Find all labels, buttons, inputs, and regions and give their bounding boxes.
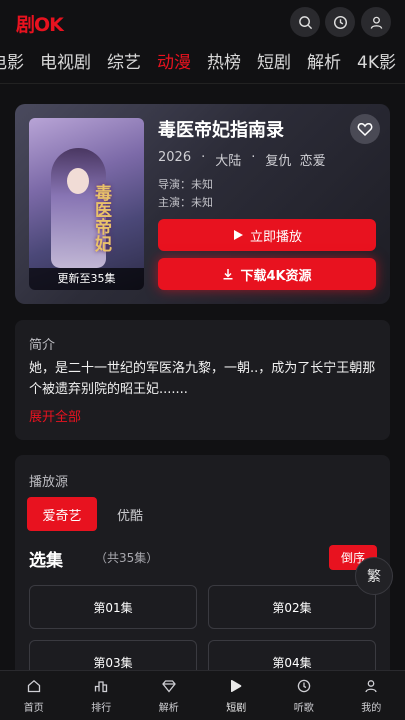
nav-item-mine[interactable]: 我的	[338, 671, 405, 720]
nav-label: 听歌	[293, 703, 314, 714]
play-icon	[233, 230, 243, 240]
show-year: 2026	[158, 150, 192, 165]
nav-label: 解析	[158, 703, 179, 714]
app-logo[interactable]: 剧OK	[16, 10, 64, 37]
download-icon	[223, 269, 233, 280]
source-tab-iqiyi[interactable]: 爱奇艺	[27, 497, 97, 531]
play-icon	[231, 679, 242, 693]
source-card: 播放源 爱奇艺 优酷 选集 （共35集） 倒序 第01集 第02集 第03集 第…	[15, 455, 390, 695]
meta-separator: ·	[251, 150, 256, 165]
category-tab[interactable]: 综艺	[107, 50, 141, 76]
play-now-button[interactable]: 立即播放	[158, 219, 376, 251]
show-poster[interactable]: 毒医帝妃 更新至35集	[29, 118, 144, 290]
favorite-button[interactable]	[350, 114, 380, 144]
poster-artwork-face	[67, 168, 89, 194]
intro-heading: 简介	[29, 338, 56, 353]
nav-item-parse[interactable]: 解析	[135, 671, 203, 720]
episode-button[interactable]: 第01集	[29, 585, 197, 629]
category-tab[interactable]: 热榜	[207, 50, 241, 76]
category-tab[interactable]: 电影	[0, 50, 24, 76]
nav-label: 我的	[361, 703, 382, 714]
episode-button[interactable]: 第02集	[208, 585, 376, 629]
show-region: 大陆	[215, 154, 242, 169]
history-button[interactable]	[325, 7, 355, 37]
nav-item-home[interactable]: 首页	[0, 671, 68, 720]
category-tab[interactable]: 动漫	[157, 50, 191, 76]
clock-icon	[333, 15, 347, 29]
nav-item-ranking[interactable]: 排行	[68, 671, 136, 720]
bottom-nav: 首页 排行 解析 短剧 听歌 我的	[0, 670, 405, 720]
home-icon	[27, 679, 40, 693]
profile-button[interactable]	[361, 7, 391, 37]
nav-item-music[interactable]: 听歌	[270, 671, 338, 720]
search-button[interactable]	[290, 7, 320, 37]
episodes-count: （共35集）	[95, 551, 159, 565]
search-icon	[298, 15, 312, 29]
expand-all-link[interactable]: 展开全部	[29, 406, 81, 425]
poster-episode-status: 更新至35集	[29, 268, 144, 290]
meta-separator: ·	[201, 150, 206, 165]
poster-title: 毒医帝妃	[91, 184, 111, 252]
top-header: 剧OK	[0, 0, 405, 44]
play-now-label: 立即播放	[249, 229, 302, 245]
show-genres: 复仇 恋爱	[265, 154, 326, 169]
category-tab[interactable]: 4K影	[357, 50, 396, 76]
show-cast: 主演：未知	[158, 196, 213, 209]
traditional-chinese-toggle[interactable]: 繁	[355, 557, 393, 595]
ranking-icon	[95, 681, 108, 693]
category-tabs: 电影电视剧综艺动漫热榜短剧解析 4K影	[0, 44, 405, 84]
source-heading: 播放源	[29, 475, 69, 490]
source-tab-youku[interactable]: 优酷	[107, 497, 153, 531]
user-icon	[365, 680, 377, 693]
music-icon	[297, 679, 310, 693]
show-meta: 2026 · 大陆 · 复仇 恋爱	[158, 150, 336, 169]
nav-label: 排行	[91, 703, 112, 714]
episodes-heading: 选集	[29, 551, 63, 571]
heart-icon	[357, 123, 373, 137]
intro-text: 她，是二十一世纪的军医洛九黎，一朝..，成为了长宁王朝那个被遗弃别院的昭王妃..…	[29, 361, 376, 397]
download-4k-button[interactable]: 下载4K资源	[158, 258, 376, 290]
download-4k-label: 下载4K资源	[240, 268, 312, 284]
diamond-icon	[161, 680, 176, 693]
category-tab[interactable]: 解析	[307, 50, 341, 76]
category-tab[interactable]: 短剧	[257, 50, 291, 76]
nav-label: 短剧	[226, 703, 247, 714]
show-title: 毒医帝妃指南录	[158, 120, 284, 141]
show-director: 导演：未知	[158, 178, 213, 191]
category-tab[interactable]: 电视剧	[40, 50, 91, 76]
nav-item-short-drama[interactable]: 短剧	[203, 671, 271, 720]
intro-card: 简介 她，是二十一世纪的军医洛九黎，一朝..，成为了长宁王朝那个被遗弃别院的昭王…	[15, 320, 390, 440]
nav-label: 首页	[23, 703, 44, 714]
user-icon	[370, 16, 382, 29]
